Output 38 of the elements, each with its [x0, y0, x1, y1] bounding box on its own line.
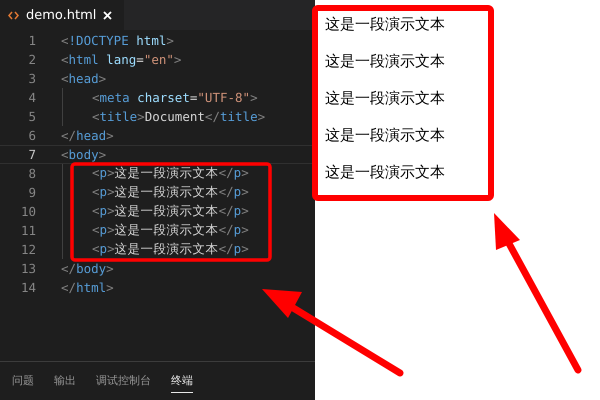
line-number: 3	[27, 71, 36, 86]
line-number: 5	[27, 109, 36, 124]
line-number: 8	[27, 166, 36, 181]
line-number: 9	[27, 185, 36, 200]
line-number: 4	[27, 90, 36, 105]
code-text: <head>	[61, 71, 106, 86]
line-number: 1	[27, 33, 36, 48]
code-text: <!DOCTYPE html>	[61, 33, 174, 48]
file-tab[interactable]: demo.html	[0, 0, 124, 30]
code-text: <p>这是一段演示文本</p>	[92, 241, 249, 258]
code-text: </html>	[61, 280, 114, 295]
panel-tab[interactable]: 终端	[171, 369, 193, 393]
line-number: 6	[27, 128, 36, 143]
paragraph-text: 这是一段演示文本	[325, 88, 446, 108]
code-text: <p>这是一段演示文本</p>	[92, 222, 249, 239]
line-number: 14	[20, 280, 36, 295]
code-text: </head>	[61, 128, 114, 143]
code-text: <meta charset="UTF-8">	[92, 90, 258, 105]
code-text: <p>这是一段演示文本</p>	[92, 165, 249, 182]
paragraph-text: 这是一段演示文本	[325, 14, 446, 34]
code-text: <p>这是一段演示文本</p>	[92, 203, 249, 220]
paragraph-text: 这是一段演示文本	[325, 125, 446, 145]
code-text: <html lang="en">	[61, 52, 182, 67]
code-text: <title>Document</title>	[92, 109, 266, 124]
paragraph-text: 这是一段演示文本	[325, 162, 446, 182]
panel-tab[interactable]: 输出	[54, 369, 76, 393]
line-number: 11	[20, 223, 36, 238]
line-number: 13	[20, 261, 36, 276]
panel-tab[interactable]: 调试控制台	[96, 369, 151, 393]
line-number: 10	[20, 204, 36, 219]
code-text: </body>	[61, 261, 114, 276]
line-number: 7	[27, 147, 36, 162]
line-number: 12	[20, 242, 36, 257]
code-text: <body>	[61, 147, 106, 162]
code-text: <p>这是一段演示文本</p>	[92, 184, 249, 201]
panel-tab[interactable]: 问题	[12, 369, 34, 393]
line-number: 2	[27, 52, 36, 67]
paragraph-text: 这是一段演示文本	[325, 51, 446, 71]
